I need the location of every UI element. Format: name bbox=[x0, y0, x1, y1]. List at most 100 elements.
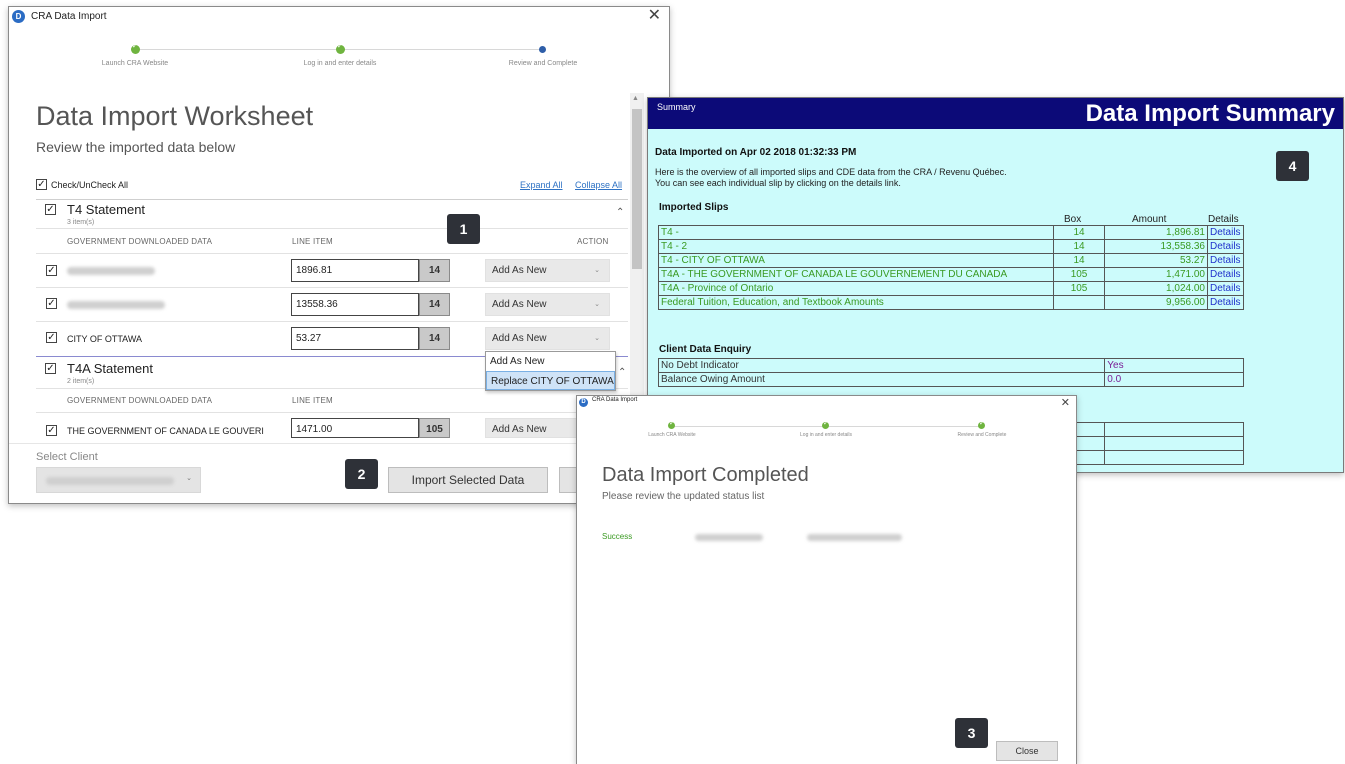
line-item-value[interactable]: 53.27 bbox=[291, 327, 419, 350]
slip-row: Federal Tuition, Education, and Textbook… bbox=[658, 295, 1245, 310]
app-logo-icon: D bbox=[579, 398, 588, 407]
step-done-icon bbox=[822, 419, 829, 429]
slip-name: T4 - CITY OF OTTAWA bbox=[658, 253, 1054, 268]
select-client-label: Select Client bbox=[36, 451, 98, 463]
dropdown-option-add-as-new[interactable]: Add As New bbox=[486, 352, 615, 371]
collapse-all-link[interactable]: Collapse All bbox=[575, 180, 622, 190]
import-selected-data-button[interactable]: Import Selected Data bbox=[388, 467, 548, 493]
details-link[interactable]: Details bbox=[1206, 253, 1245, 268]
redacted-value bbox=[695, 534, 763, 541]
line-item-value[interactable]: 1896.81 bbox=[291, 259, 419, 282]
row-checkbox[interactable]: ✓ bbox=[46, 332, 57, 343]
details-link[interactable]: Details bbox=[1206, 225, 1245, 240]
divider bbox=[36, 321, 628, 322]
t4-section-checkbox[interactable]: ✓ bbox=[45, 204, 56, 215]
slip-amount: 53.27 bbox=[1104, 253, 1208, 268]
t4a-section-checkbox[interactable]: ✓ bbox=[45, 363, 56, 374]
close-icon[interactable]: ✕ bbox=[1061, 396, 1070, 412]
callout-marker-4: 4 bbox=[1276, 151, 1309, 181]
slip-row: T4A - THE GOVERNMENT OF CANADA LE GOUVER… bbox=[658, 267, 1245, 282]
details-link[interactable]: Details bbox=[1206, 295, 1245, 310]
row-checkbox[interactable]: ✓ bbox=[46, 425, 57, 436]
action-select-value: Add As New bbox=[492, 265, 547, 276]
cde-table: No Debt Indicator Yes Balance Owing Amou… bbox=[657, 358, 1244, 387]
completed-window: D CRA Data Import ✕ Launch CRA Website L… bbox=[576, 395, 1077, 764]
divider bbox=[36, 253, 628, 254]
action-select-value: Add As New bbox=[492, 424, 547, 435]
section-title: T4 Statement bbox=[67, 202, 146, 217]
slip-box: 14 bbox=[1052, 239, 1106, 254]
action-select[interactable]: Add As New ⌄ bbox=[485, 259, 610, 282]
close-button[interactable]: Close bbox=[996, 741, 1058, 761]
action-select[interactable]: Add As New ⌄ bbox=[485, 293, 610, 316]
divider bbox=[36, 228, 628, 229]
slip-name: T4 - 2 bbox=[658, 239, 1054, 254]
worksheet-window: D CRA Data Import ✕ Launch CRA Website L… bbox=[8, 6, 670, 504]
close-icon[interactable]: ✕ bbox=[648, 7, 661, 25]
step-label: Log in and enter details bbox=[800, 432, 852, 438]
slip-amount: 1,896.81 bbox=[1104, 225, 1208, 240]
chevron-down-icon: ⌄ bbox=[594, 267, 600, 274]
slip-amount: 1,024.00 bbox=[1104, 281, 1208, 296]
step-done-icon bbox=[336, 42, 345, 54]
imported-slips-heading: Imported Slips bbox=[659, 202, 729, 213]
redacted-value bbox=[807, 534, 902, 541]
slip-box: 105 bbox=[1052, 267, 1106, 282]
chevron-down-icon: ⌄ bbox=[594, 301, 600, 308]
divider bbox=[36, 287, 628, 288]
row-checkbox[interactable]: ✓ bbox=[46, 298, 57, 309]
collapse-section-icon[interactable]: ⌃ bbox=[618, 367, 626, 378]
box-number: 14 bbox=[419, 259, 450, 282]
step-done-icon bbox=[668, 419, 675, 429]
window-title: CRA Data Import bbox=[592, 397, 638, 403]
step-label: Review and Complete bbox=[508, 60, 578, 67]
step-label: Launch CRA Website bbox=[648, 432, 696, 438]
line-item-value[interactable]: 13558.36 bbox=[291, 293, 419, 316]
column-header: GOVERNMENT DOWNLOADED DATA bbox=[67, 396, 213, 405]
column-header: GOVERNMENT DOWNLOADED DATA bbox=[67, 237, 213, 246]
slip-name: Federal Tuition, Education, and Textbook… bbox=[658, 295, 1054, 310]
box-number: 14 bbox=[419, 327, 450, 350]
redacted-client-name bbox=[46, 477, 174, 485]
slip-box: 14 bbox=[1052, 253, 1106, 268]
details-link[interactable]: Details bbox=[1206, 239, 1245, 254]
table-row: Balance Owing Amount 0.0 bbox=[657, 372, 1244, 387]
action-select-value: Add As New bbox=[492, 299, 547, 310]
slip-name: T4A - THE GOVERNMENT OF CANADA LE GOUVER… bbox=[658, 267, 1054, 282]
status-badge: Success bbox=[602, 532, 633, 541]
row-checkbox[interactable]: ✓ bbox=[46, 265, 57, 276]
divider bbox=[36, 412, 628, 413]
page-title: Data Import Completed bbox=[602, 464, 809, 486]
slip-name: T4A - Province of Ontario bbox=[658, 281, 1054, 296]
cde-heading: Client Data Enquiry bbox=[659, 344, 752, 355]
details-link[interactable]: Details bbox=[1206, 267, 1245, 282]
page-title: Data Import Worksheet bbox=[36, 101, 314, 131]
expand-all-link[interactable]: Expand All bbox=[520, 180, 563, 190]
section-count: 2 item(s) bbox=[67, 378, 95, 385]
vertical-scrollbar[interactable]: ▲ bbox=[630, 93, 644, 438]
slip-amount: 9,956.00 bbox=[1104, 295, 1208, 310]
action-select[interactable]: Add As New ⌄ bbox=[485, 327, 610, 350]
column-header: Amount bbox=[1132, 214, 1167, 225]
summary-title: Data Import Summary bbox=[1085, 100, 1335, 127]
line-item-value[interactable]: 1471.00 bbox=[291, 418, 419, 438]
intro-line: Here is the overview of all imported sli… bbox=[655, 167, 1007, 177]
collapse-section-icon[interactable]: ⌃ bbox=[616, 207, 624, 218]
slip-amount: 13,558.36 bbox=[1104, 239, 1208, 254]
column-header: Details bbox=[1208, 214, 1239, 225]
intro-line: You can see each individual slip by clic… bbox=[655, 178, 901, 188]
completed-titlebar: D CRA Data Import ✕ bbox=[577, 396, 1076, 410]
summary-tag: Summary bbox=[657, 102, 696, 112]
summary-header: Summary Data Import Summary bbox=[648, 98, 1343, 129]
scroll-thumb[interactable] bbox=[632, 109, 642, 269]
client-select[interactable]: ⌄ bbox=[36, 467, 201, 493]
scroll-up-icon[interactable]: ▲ bbox=[632, 95, 639, 102]
page-subtitle: Review the imported data below bbox=[36, 139, 236, 155]
imported-on: Data Imported on Apr 02 2018 01:32:33 PM bbox=[655, 147, 857, 158]
check-all-checkbox[interactable]: ✓ bbox=[36, 179, 47, 190]
details-link[interactable]: Details bbox=[1206, 281, 1245, 296]
section-count: 3 item(s) bbox=[67, 219, 95, 226]
dropdown-option-replace[interactable]: Replace CITY OF OTTAWA bbox=[486, 371, 615, 390]
slip-box: 105 bbox=[1052, 281, 1106, 296]
action-select-value: Add As New bbox=[492, 333, 547, 344]
